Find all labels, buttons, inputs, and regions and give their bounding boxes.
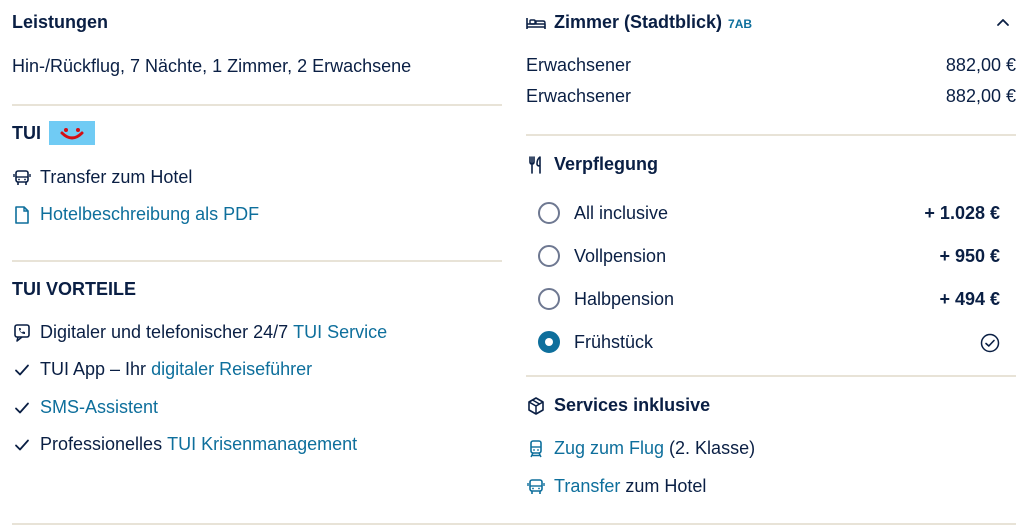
- travel-guide-link[interactable]: digitaler Reiseführer: [151, 359, 312, 380]
- traveller-price: 882,00 €: [945, 86, 1016, 106]
- board-option-label: All inclusive: [574, 202, 669, 223]
- transfer-suffix: zum Hotel: [620, 476, 707, 496]
- checkmark-icon: [12, 360, 32, 380]
- radio-button-selected[interactable]: [538, 331, 560, 353]
- transfer-text: Transfer zum Hotel: [40, 167, 193, 187]
- traveller-price: 882,00 €: [945, 55, 1016, 75]
- advantage-app: TUI App – Ihr digitaler Reiseführer: [12, 359, 312, 380]
- check-circle-icon: [980, 333, 1000, 358]
- document-icon: [12, 205, 32, 225]
- divider: [12, 260, 502, 262]
- checkmark-icon: [12, 398, 32, 418]
- board-heading: Verpflegung: [554, 154, 659, 174]
- tui-service-link[interactable]: TUI Service: [293, 322, 387, 343]
- checkmark-icon: [12, 435, 32, 455]
- services-heading: Leistungen: [12, 12, 109, 32]
- divider: [526, 134, 1016, 136]
- bus-icon: [12, 168, 32, 188]
- services-summary: Hin-/Rückflug, 7 Nächte, 1 Zimmer, 2 Erw…: [12, 56, 412, 76]
- tui-label: TUI: [12, 122, 41, 143]
- chevron-up-icon[interactable]: [996, 14, 1010, 32]
- train-suffix: (2. Klasse): [664, 438, 756, 458]
- hotel-pdf-link[interactable]: Hotelbeschreibung als PDF: [12, 204, 259, 225]
- train-to-flight-link[interactable]: Zug zum Flug: [554, 438, 664, 459]
- included-train: Zug zum Flug (2. Klasse): [526, 438, 755, 459]
- advantages-heading: TUI VORTEILE: [12, 279, 137, 299]
- radio-button[interactable]: [538, 202, 560, 224]
- crisis-prefix: Professionelles: [40, 434, 163, 454]
- box-icon: [526, 396, 546, 416]
- divider: [526, 375, 1016, 377]
- service-prefix: Digitaler und telefonischer 24/7: [40, 322, 289, 342]
- phone-chat-icon: [12, 323, 32, 343]
- transfer-link[interactable]: Transfer: [554, 476, 620, 497]
- tui-transfer-row: Transfer zum Hotel: [12, 167, 192, 188]
- included-heading: Services inklusive: [554, 395, 711, 415]
- board-option-all-inclusive[interactable]: All inclusive + 1.028 €: [538, 202, 1016, 224]
- board-option-price: + 950 €: [939, 245, 1000, 266]
- board-option-label: Frühstück: [574, 331, 654, 352]
- sms-assistant-link[interactable]: SMS-Assistent: [40, 397, 158, 418]
- room-code: 7AB: [728, 16, 753, 31]
- advantage-sms: SMS-Assistent: [12, 397, 158, 418]
- board-option-label: Vollpension: [574, 245, 667, 266]
- room-title: Zimmer (Stadtblick): [554, 12, 723, 32]
- traveller-row: Erwachsener 882,00 €: [526, 55, 1016, 76]
- radio-button[interactable]: [538, 288, 560, 310]
- radio-button[interactable]: [538, 245, 560, 267]
- bottom-divider: [12, 523, 1016, 525]
- traveller-label: Erwachsener: [526, 55, 632, 75]
- app-prefix: TUI App – Ihr: [40, 359, 147, 379]
- board-option-price: + 1.028 €: [924, 202, 1000, 223]
- advantage-crisis: Professionelles TUI Krisenmanagement: [12, 434, 357, 455]
- tui-logo: [49, 121, 95, 145]
- board-option-full-board[interactable]: Vollpension + 950 €: [538, 245, 1016, 267]
- board-option-half-board[interactable]: Halbpension + 494 €: [538, 288, 1016, 310]
- train-icon: [526, 439, 546, 459]
- board-option-label: Halbpension: [574, 288, 675, 309]
- cutlery-icon: [526, 155, 546, 175]
- advantage-service: Digitaler und telefonischer 24/7 TUI Ser…: [12, 322, 387, 343]
- room-header[interactable]: Zimmer (Stadtblick) 7AB: [526, 12, 1016, 33]
- included-header: Services inklusive: [526, 395, 710, 416]
- bus-icon: [526, 477, 546, 497]
- hotel-pdf-label[interactable]: Hotelbeschreibung als PDF: [40, 204, 259, 225]
- crisis-management-link[interactable]: TUI Krisenmanagement: [167, 434, 357, 455]
- board-header: Verpflegung: [526, 154, 658, 175]
- board-option-price: + 494 €: [939, 288, 1000, 309]
- traveller-label: Erwachsener: [526, 86, 632, 106]
- tui-brand: TUI: [12, 121, 95, 145]
- bed-icon: [526, 13, 546, 33]
- included-transfer: Transfer zum Hotel: [526, 476, 706, 497]
- traveller-row: Erwachsener 882,00 €: [526, 86, 1016, 107]
- board-option-breakfast[interactable]: Frühstück: [538, 331, 1016, 353]
- divider: [12, 104, 502, 106]
